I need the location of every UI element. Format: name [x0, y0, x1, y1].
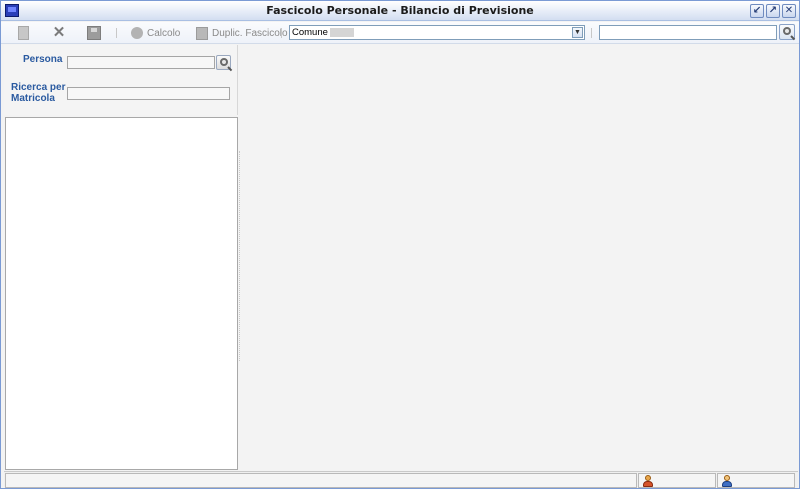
- x-icon: ✕: [52, 24, 66, 41]
- minimize-icon[interactable]: ↙: [750, 4, 764, 18]
- calculator-icon: [131, 27, 143, 39]
- persona-label: Persona: [23, 54, 63, 65]
- status-message-pane: [5, 473, 637, 488]
- users-icon: [721, 475, 732, 487]
- toolbar-separator: [591, 28, 592, 38]
- delete-button[interactable]: ✕: [52, 25, 66, 41]
- search-button[interactable]: [779, 24, 795, 40]
- document-icon: [18, 26, 29, 40]
- window-title: Fascicolo Personale - Bilancio di Previs…: [266, 4, 534, 17]
- duplica-label: Duplic. Fascicolo: [212, 27, 288, 39]
- matricola-label-line2: Matricola: [11, 93, 55, 104]
- comune-select[interactable]: Comune ▼: [289, 25, 585, 40]
- calcolo-label: Calcolo: [147, 27, 181, 39]
- title-bar[interactable]: Fascicolo Personale - Bilancio di Previs…: [1, 1, 799, 21]
- toolbar-separator: [281, 28, 282, 38]
- app-window: Fascicolo Personale - Bilancio di Previs…: [0, 0, 800, 489]
- toolbar-separator: [116, 28, 117, 38]
- floppy-icon: [87, 26, 101, 40]
- results-list[interactable]: [5, 117, 238, 470]
- save-button[interactable]: [87, 25, 101, 41]
- main-content-area: [241, 45, 797, 470]
- duplicate-icon: [196, 26, 208, 40]
- persona-field[interactable]: [67, 56, 215, 69]
- search-panel: Persona Ricerca per Matricola: [4, 45, 238, 115]
- new-button[interactable]: [18, 25, 29, 41]
- chevron-down-icon[interactable]: ▼: [572, 27, 583, 38]
- search-icon: [783, 27, 791, 35]
- toolbar: ✕ Calcolo Duplic. Fascicolo Comune ▼: [1, 22, 799, 44]
- duplica-fascicolo-button[interactable]: Duplic. Fascicolo: [196, 25, 288, 41]
- status-user-pane: [638, 473, 716, 488]
- comune-value: Comune: [292, 27, 328, 38]
- status-bar: [4, 471, 798, 488]
- persona-search-button[interactable]: [216, 55, 231, 70]
- calcolo-button[interactable]: Calcolo: [131, 25, 180, 41]
- close-window-icon[interactable]: ✕: [782, 4, 796, 18]
- status-users-pane: [717, 473, 795, 488]
- matricola-label-line1: Ricerca per: [11, 82, 66, 93]
- window-controls: ↙ ↗ ✕: [750, 4, 796, 18]
- search-input[interactable]: [599, 25, 777, 40]
- search-icon: [220, 58, 228, 66]
- redacted-text: [329, 27, 354, 37]
- matricola-field[interactable]: [67, 87, 230, 100]
- maximize-icon[interactable]: ↗: [766, 4, 780, 18]
- user-icon: [642, 475, 653, 487]
